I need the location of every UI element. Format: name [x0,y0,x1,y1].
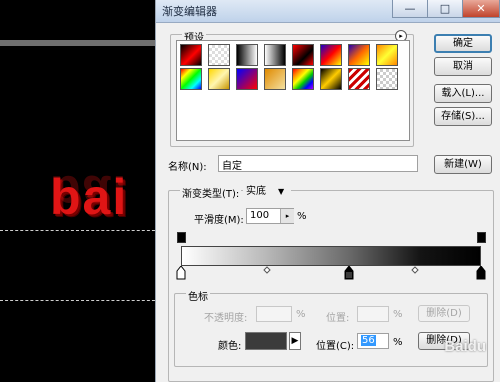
preset-swatch[interactable] [208,44,230,66]
location-c-value: 56 [361,335,376,346]
smoothness-value: 100 [250,210,270,221]
opacity-field[interactable] [256,306,292,322]
stops-label: 色标 [186,288,210,303]
preset-swatch[interactable] [348,68,370,90]
preset-swatch[interactable] [320,68,342,90]
location-unit: % [393,309,403,320]
baidu-watermark: Baidu [444,338,486,355]
preset-swatch[interactable] [180,68,202,90]
color-stop-right[interactable] [476,266,486,280]
preset-swatch[interactable] [292,44,314,66]
midpoint-diamond[interactable] [411,266,419,274]
preset-swatch[interactable] [376,44,398,66]
canvas-edge-strip [0,40,160,46]
preset-swatch[interactable] [180,44,202,66]
preset-swatch[interactable] [292,68,314,90]
gradient-bar[interactable] [181,246,481,266]
color-stop-left[interactable] [176,266,186,280]
location-field[interactable] [357,306,389,322]
canvas-text-reflection: bai [50,165,129,221]
minimize-button[interactable]: — [392,0,428,18]
preset-swatch[interactable] [264,44,286,66]
guide-line-bottom [0,300,160,301]
preset-swatch-grid [176,40,410,141]
location-label: 位置: [326,313,350,324]
dialog-title: 渐变编辑器 [162,5,217,18]
opacity-stop-left[interactable] [177,232,186,243]
gradient-type-select[interactable]: 实底 ▼ [243,184,291,199]
preset-swatch[interactable] [236,68,258,90]
load-button[interactable]: 载入(L)... [434,84,492,103]
name-label: 名称(N): [168,162,207,173]
color-stop-selected[interactable] [344,266,354,280]
preset-swatch[interactable] [348,44,370,66]
smoothness-label: 平滑度(M): [194,215,244,226]
location-c-label: 位置(C): [316,341,355,352]
name-field[interactable]: 自定 [218,155,418,172]
smoothness-percent: % [297,211,307,222]
preset-swatch[interactable] [208,68,230,90]
smoothness-stepper[interactable]: ▸ [280,209,294,223]
gradient-editor-dialog: 渐变编辑器 — □ ✕ 预设 ▸ 确定 取消 载入(L)... 存储(S)...… [155,0,500,382]
location-c-field[interactable]: 56 [357,333,389,349]
delete-opacity-stop-button[interactable]: 删除(D) [418,305,470,322]
preset-swatch[interactable] [264,68,286,90]
new-button[interactable]: 新建(W) [434,155,492,174]
cancel-button[interactable]: 取消 [434,57,492,76]
close-button[interactable]: ✕ [462,0,500,18]
title-bar[interactable]: 渐变编辑器 — □ ✕ [156,0,500,23]
color-label: 颜色: [218,341,242,352]
gradient-type-label: 渐变类型(T): [180,185,242,200]
color-menu-arrow-icon[interactable]: ▶ [289,332,301,350]
ok-button[interactable]: 确定 [434,34,492,53]
preset-swatch[interactable] [320,44,342,66]
midpoint-diamond[interactable] [263,266,271,274]
location-c-unit: % [393,337,403,348]
preset-swatch[interactable] [236,44,258,66]
chevron-down-icon: ▼ [278,187,285,196]
guide-line-top [0,230,160,231]
opacity-stop-right[interactable] [477,232,486,243]
color-swatch[interactable] [245,332,287,350]
maximize-button[interactable]: □ [427,0,463,18]
opacity-label: 不透明度: [204,313,248,324]
opacity-unit: % [296,309,306,320]
preset-swatch[interactable] [376,68,398,90]
save-button[interactable]: 存储(S)... [434,107,492,126]
gradient-type-value: 实底 [246,186,266,197]
